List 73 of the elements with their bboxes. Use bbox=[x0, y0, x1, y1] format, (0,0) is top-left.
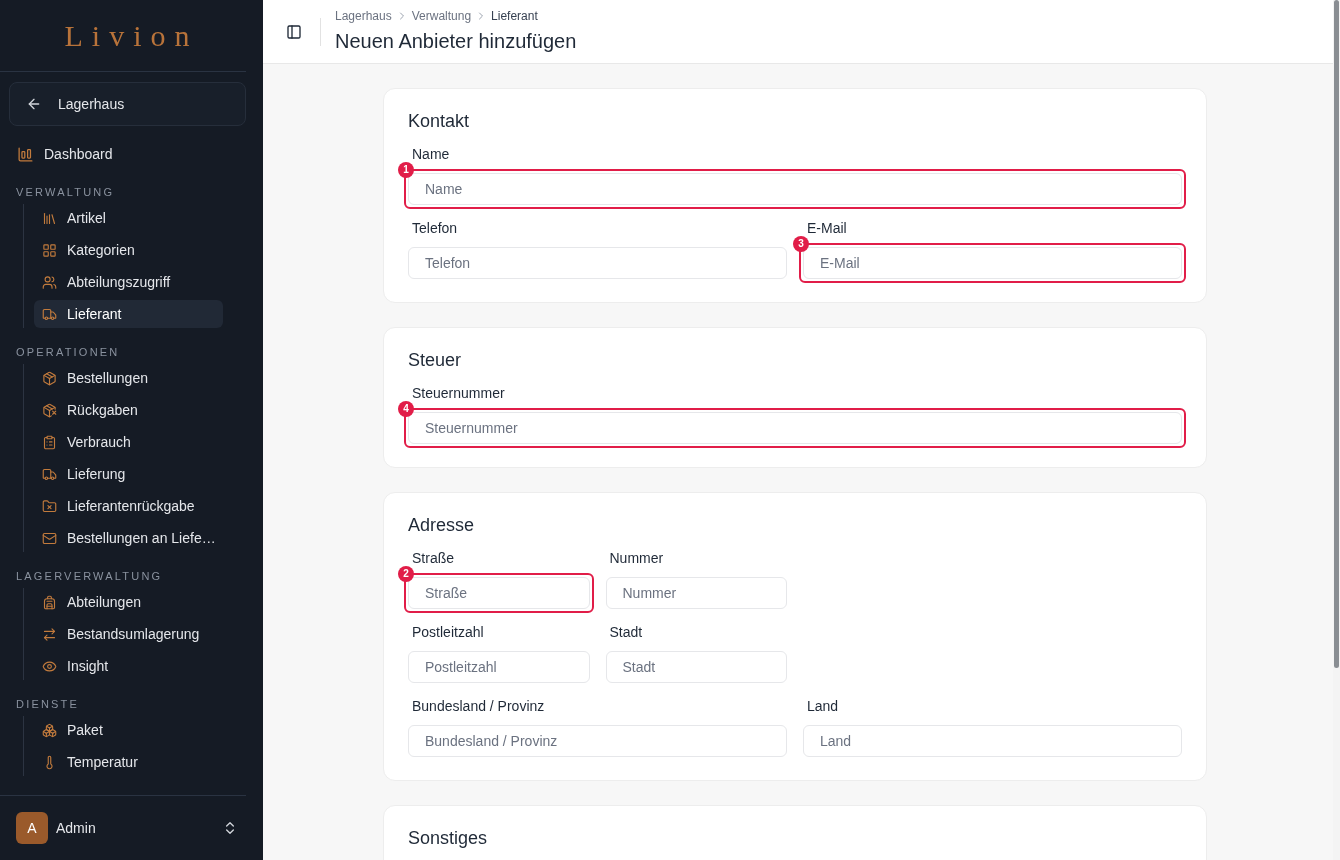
input-field[interactable]: Stadt bbox=[605, 651, 787, 683]
input-field[interactable]: Bundesland / Provinz bbox=[408, 725, 787, 757]
field-label: Nummer bbox=[608, 550, 665, 566]
input-field[interactable]: Telefon bbox=[408, 247, 787, 279]
section-heading: LAGERVERWALTUNG bbox=[15, 569, 164, 584]
nav-item[interactable]: Lieferantenrückgabe bbox=[34, 492, 223, 520]
user-name: Admin bbox=[56, 819, 96, 838]
bar-chart-icon bbox=[17, 145, 34, 163]
nav-item[interactable]: Rückgaben bbox=[34, 396, 223, 424]
breadcrumb-current-page: Lieferant bbox=[491, 8, 538, 24]
nav-item[interactable]: Dashboard bbox=[9, 140, 223, 168]
field-label: Name bbox=[411, 146, 451, 162]
nav-item[interactable]: Artikel bbox=[34, 204, 223, 232]
nav-item[interactable]: Lieferung bbox=[34, 460, 223, 488]
card-title: Adresse bbox=[408, 514, 476, 537]
package-x-icon bbox=[42, 402, 57, 418]
folder-x-icon bbox=[42, 498, 57, 514]
input-field[interactable]: Name bbox=[408, 173, 1182, 205]
field-label: Telefon bbox=[411, 220, 459, 236]
number-badge: 3 bbox=[793, 236, 809, 252]
back-button[interactable]: Lagerhaus bbox=[9, 82, 246, 126]
card-title: Kontakt bbox=[408, 110, 471, 133]
nav-item[interactable]: Verbrauch bbox=[34, 428, 223, 456]
avatar: A bbox=[16, 812, 48, 844]
field-label: Bundesland / Provinz bbox=[411, 698, 546, 714]
section-heading: OPERATIONEN bbox=[15, 345, 121, 360]
nav-item[interactable]: Bestellungen bbox=[34, 364, 223, 392]
field-label: E-Mail bbox=[806, 220, 848, 236]
logo: Livion bbox=[63, 18, 199, 54]
card-title: Sonstiges bbox=[408, 827, 489, 850]
input-field[interactable]: Land bbox=[803, 725, 1182, 757]
nav-item[interactable]: Bestellungen an Liefe… bbox=[34, 524, 223, 552]
nav-item[interactable]: Lieferant bbox=[34, 300, 223, 328]
nav-item[interactable]: Bestandsumlagerung bbox=[34, 620, 223, 648]
panel-left-icon bbox=[286, 23, 302, 40]
field-label: Land bbox=[806, 698, 840, 714]
boxes-icon bbox=[42, 722, 57, 738]
field-label: Steuernummer bbox=[411, 385, 506, 401]
number-badge: 4 bbox=[398, 401, 414, 417]
scrollbar-thumb[interactable] bbox=[1334, 0, 1339, 668]
arrows-icon bbox=[42, 626, 57, 642]
users-icon bbox=[42, 274, 57, 290]
input-field[interactable]: E-Mail bbox=[803, 247, 1182, 279]
mail-icon bbox=[42, 530, 57, 546]
breadcrumb-link[interactable]: Verwaltung bbox=[411, 8, 472, 24]
nav-item[interactable]: Paket bbox=[34, 716, 223, 744]
backpack-icon bbox=[42, 594, 57, 610]
truck-icon bbox=[42, 306, 57, 322]
input-field[interactable]: Postleitzahl bbox=[408, 651, 590, 683]
nav-item[interactable]: Insight bbox=[34, 652, 223, 680]
field-label: Postleitzahl bbox=[411, 624, 485, 640]
nav-item[interactable]: Abteilungszugriff bbox=[34, 268, 223, 296]
breadcrumb-link[interactable]: Lagerhaus bbox=[335, 8, 392, 24]
package-icon bbox=[42, 370, 57, 386]
books-icon bbox=[42, 210, 57, 226]
input-field[interactable]: Straße bbox=[408, 577, 590, 609]
number-badge: 2 bbox=[398, 566, 414, 582]
input-field[interactable]: Nummer bbox=[605, 577, 787, 609]
section-heading: VERWALTUNG bbox=[15, 185, 116, 200]
nav-item[interactable]: Abteilungen bbox=[34, 588, 223, 616]
eye-icon bbox=[42, 658, 57, 674]
input-field[interactable]: Steuernummer bbox=[408, 412, 1182, 444]
nav-item[interactable]: Temperatur bbox=[34, 748, 223, 776]
grid-icon bbox=[42, 242, 57, 258]
card-title: Steuer bbox=[408, 349, 463, 372]
number-badge: 1 bbox=[398, 162, 414, 178]
page-title: Neuen Anbieter hinzufügen bbox=[335, 29, 577, 54]
clipboard-icon bbox=[42, 434, 57, 450]
truck-icon bbox=[42, 466, 57, 482]
section-heading: DIENSTE bbox=[15, 697, 81, 712]
field-label: Stadt bbox=[608, 624, 644, 640]
nav-item[interactable]: Kategorien bbox=[34, 236, 223, 264]
field-label: Straße bbox=[411, 550, 455, 566]
